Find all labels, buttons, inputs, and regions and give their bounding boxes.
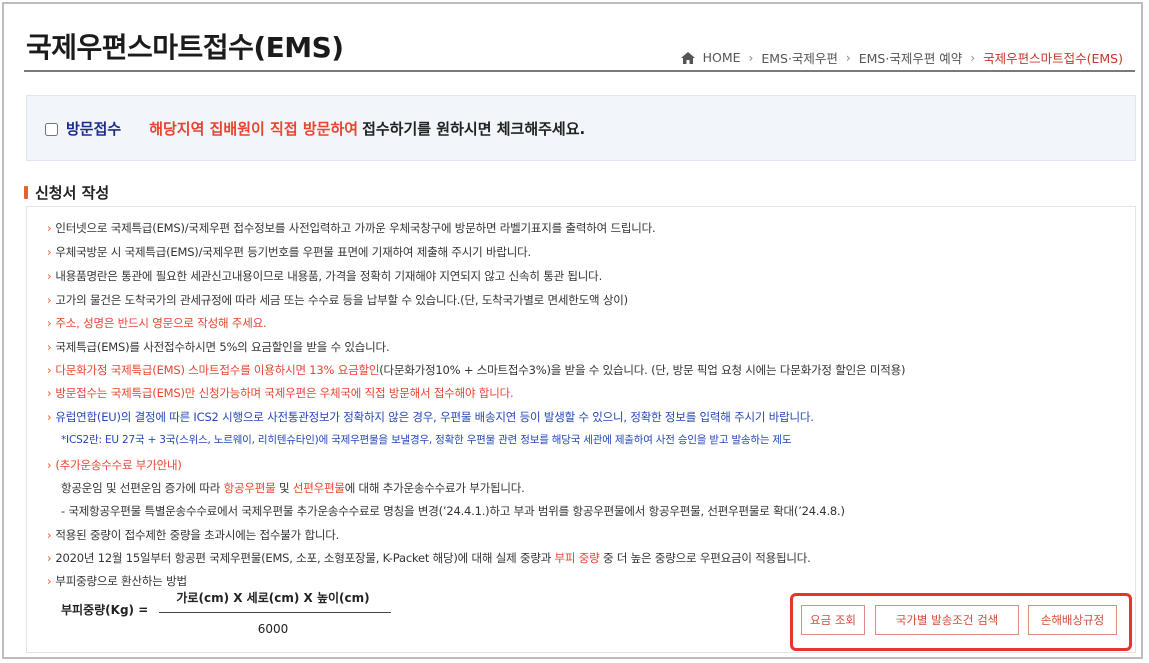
section-marker-icon xyxy=(24,186,28,199)
notice-line: › 주소, 성명은 반드시 영문으로 작성해 주세요. xyxy=(47,316,267,330)
formula-numerator: 가로(cm) X 세로(cm) X 높이(cm) xyxy=(176,591,370,605)
notice-line: › 내용품명란은 통관에 필요한 세관신고내용이므로 내용품, 가격을 정확히 기… xyxy=(47,269,603,283)
section-heading: 신청서 작성 xyxy=(24,182,109,203)
breadcrumb: HOME › EMS·국제우편 › EMS·국제우편 예약 › 국제우편스마트접… xyxy=(680,48,1123,67)
notice-line: › 부피중량으로 환산하는 방법 xyxy=(47,574,187,588)
visit-pickup-highlight: 해당지역 집배원이 직접 방문하여 xyxy=(149,119,359,138)
country-conditions-button[interactable]: 국가별 발송조건 검색 xyxy=(875,605,1019,635)
page-frame: 국제우편스마트접수(EMS) HOME › EMS·국제우편 › EMS·국제우… xyxy=(2,2,1143,659)
fee-lookup-button[interactable]: 요금 조회 xyxy=(801,605,865,635)
breadcrumb-home[interactable]: HOME xyxy=(703,50,741,65)
formula-label: 부피중량(Kg) = xyxy=(61,603,149,617)
visit-pickup-text: 접수하기를 원하시면 체크해주세요. xyxy=(362,119,586,138)
breadcrumb-current[interactable]: 국제우편스마트접수(EMS) xyxy=(983,48,1123,67)
notice-line: › 국제특급(EMS)를 사전접수하시면 5%의 요금할인을 받을 수 있습니다. xyxy=(47,340,390,354)
page-title: 국제우편스마트접수(EMS) xyxy=(26,31,344,64)
bullet-arrow-icon: › xyxy=(47,316,52,330)
bullet-arrow-icon: › xyxy=(47,458,52,472)
notice-line: - 국제항공우편물 특별운송수수료에서 국제우편물 추가운송수수료로 명칭을 변… xyxy=(61,504,845,518)
bullet-arrow-icon: › xyxy=(47,363,52,377)
notice-line: 항공운임 및 선편운임 증가에 따라 항공우편물 및 선편우편물에 대해 추가운… xyxy=(61,481,525,495)
formula-denominator: 6000 xyxy=(257,622,289,636)
bullet-arrow-icon: › xyxy=(47,528,52,542)
visit-pickup-label[interactable]: 방문접수 xyxy=(66,118,121,139)
section-title: 신청서 작성 xyxy=(35,184,110,202)
notice-line: › 인터넷으로 국제특급(EMS)/국제우편 접수정보를 사전입력하고 가까운 우… xyxy=(47,221,656,235)
bullet-arrow-icon: › xyxy=(47,245,52,259)
bullet-arrow-icon: › xyxy=(47,551,52,565)
chevron-right-icon: › xyxy=(845,50,851,65)
bullet-arrow-icon: › xyxy=(47,386,52,400)
bullet-arrow-icon: › xyxy=(47,340,52,354)
notice-line: › (추가운송수수료 부가안내) xyxy=(47,458,182,472)
notice-line: › 적용된 중량이 접수제한 중량을 초과시에는 접수불가 합니다. xyxy=(47,528,340,542)
bullet-arrow-icon: › xyxy=(47,293,52,307)
chevron-right-icon: › xyxy=(970,50,976,65)
notice-panel: › 인터넷으로 국제특급(EMS)/국제우편 접수정보를 사전입력하고 가까운 우… xyxy=(26,206,1136,653)
visit-pickup-checkbox[interactable] xyxy=(45,122,58,136)
notice-line: › 2020년 12월 15일부터 항공편 국제우편물(EMS, 소포, 소형포장… xyxy=(47,551,811,565)
compensation-rules-button[interactable]: 손해배상규정 xyxy=(1028,605,1117,635)
notice-line: *ICS2란: EU 27국 + 3국(스위스, 노르웨이, 리히텐슈타인)에 … xyxy=(61,434,792,446)
title-divider xyxy=(24,70,1135,72)
formula-fraction-bar xyxy=(159,612,391,613)
bullet-arrow-icon: › xyxy=(47,410,52,424)
notice-line: › 다문화가정 국제특급(EMS) 스마트접수를 이용하시면 13% 요금할인(다… xyxy=(47,363,906,377)
visit-pickup-panel: 방문접수 해당지역 집배원이 직접 방문하여 접수하기를 원하시면 체크해주세요… xyxy=(26,95,1136,161)
chevron-right-icon: › xyxy=(748,50,754,65)
notice-line: › 유럽연합(EU)의 결정에 따른 ICS2 시행으로 사전통관정보가 정확하지… xyxy=(47,410,814,424)
bullet-arrow-icon: › xyxy=(47,574,52,588)
notice-line: › 방문접수는 국제특급(EMS)만 신청가능하며 국제우편은 우체국에 직접 방… xyxy=(47,386,514,400)
notice-line: › 고가의 물건은 도착국가의 관세규정에 따라 세금 또는 수수료 등을 납부할… xyxy=(47,293,628,307)
breadcrumb-ems[interactable]: EMS·국제우편 xyxy=(761,48,838,67)
breadcrumb-ems-reserve[interactable]: EMS·국제우편 예약 xyxy=(859,48,963,67)
bullet-arrow-icon: › xyxy=(47,221,52,235)
home-icon xyxy=(680,51,695,64)
notice-line: › 우체국방문 시 국제특급(EMS)/국제우편 등기번호를 우편물 표면에 기재… xyxy=(47,245,531,259)
bullet-arrow-icon: › xyxy=(47,269,52,283)
